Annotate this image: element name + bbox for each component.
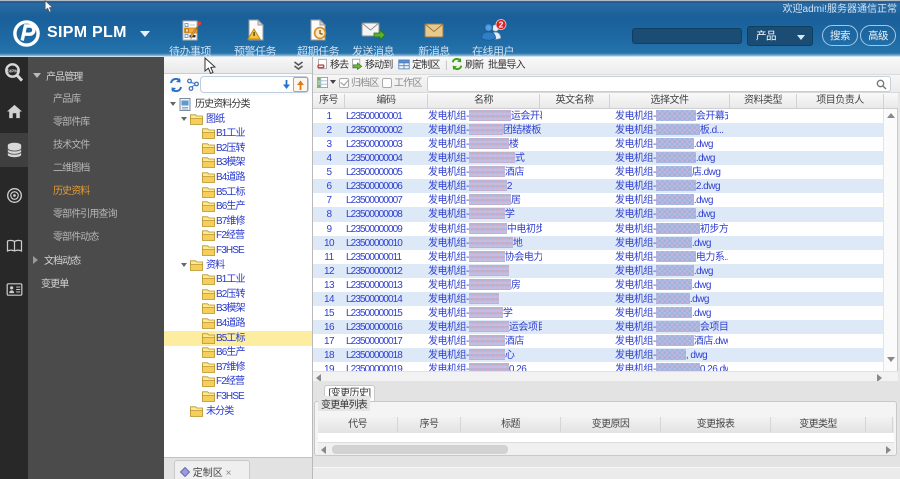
svg-text:SIPM: SIPM: [7, 69, 18, 74]
svg-text:2: 2: [499, 20, 504, 30]
